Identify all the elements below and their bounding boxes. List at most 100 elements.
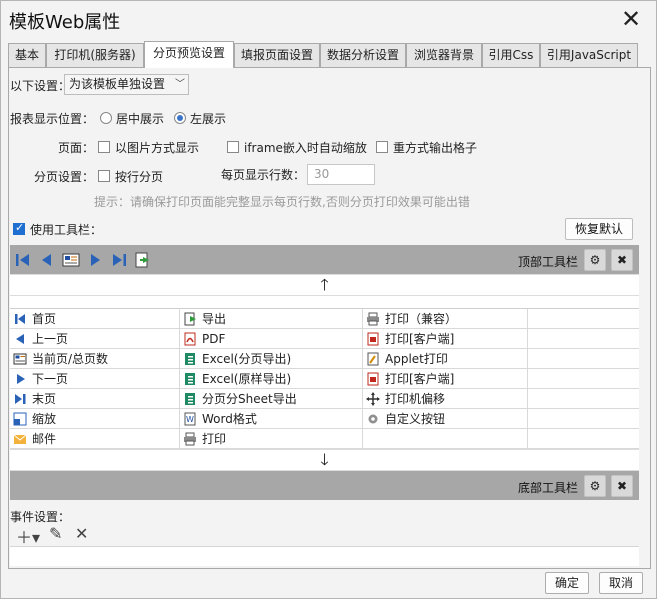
toolbar-button-option[interactable]: PDF — [180, 329, 363, 349]
toolbar-button-option-label: 打印[客户端] — [385, 372, 455, 386]
move-icon — [366, 392, 380, 406]
restore-default-button[interactable]: 恢复默认 — [565, 218, 633, 240]
grid-output-label: 重方式输出格子 — [393, 141, 478, 155]
toolbar-button-option[interactable]: 打印[客户端] — [363, 329, 528, 349]
next-page-icon[interactable] — [86, 251, 104, 269]
toolbar-button-option-label: Applet打印 — [385, 352, 448, 366]
toolbar-button-option[interactable]: 上一页 — [10, 329, 180, 349]
toolbar-button-option[interactable]: 缩放 — [10, 409, 180, 429]
scope-select[interactable]: 为该模板单独设置 ﹀ — [64, 74, 189, 95]
toolbar-button-option-label: 打印 — [202, 432, 227, 446]
tab-paging-preview[interactable]: 分页预览设置 — [144, 41, 234, 68]
gear-icon[interactable]: ⚙ — [584, 249, 606, 271]
radio-center-label: 居中展示 — [116, 112, 165, 126]
page-label: 页面： — [58, 141, 95, 155]
checkbox-image-display[interactable] — [98, 141, 110, 153]
chevron-down-icon: ﹀ — [175, 79, 185, 90]
pagination-label: 分页设置： — [34, 170, 95, 184]
toolbar-button-option[interactable]: 导出 — [180, 309, 363, 329]
add-icon[interactable]: ＋▾ — [16, 524, 40, 548]
toolbar-button-option[interactable]: 打印（兼容） — [363, 309, 528, 329]
toolbar-button-option[interactable]: 邮件 — [10, 429, 180, 449]
image-display-label: 以图片方式显示 — [115, 141, 200, 155]
position-label: 报表显示位置： — [10, 112, 95, 126]
toolbar-button-option[interactable]: Applet打印 — [363, 349, 528, 369]
move-up-arrow-icon[interactable]: 🡑 — [10, 274, 639, 296]
last-page-icon[interactable] — [110, 251, 128, 269]
toolbar-button-option[interactable]: Excel(分页导出) — [180, 349, 363, 369]
clear-icon[interactable]: ✖ — [611, 475, 633, 497]
move-down-arrow-icon[interactable]: 🡓 — [10, 449, 639, 471]
previous-page-icon[interactable] — [38, 251, 56, 269]
cancel-button[interactable]: 取消 — [599, 572, 643, 594]
scope-select-value: 为该模板单独设置 — [69, 77, 166, 91]
settings-panel: 以下设置： 为该模板单独设置 ﹀ 报表显示位置： 居中展示 左展示 页面： 以图… — [8, 67, 651, 569]
pdf-icon — [183, 332, 197, 346]
toolbar-button-option-label: 打印（兼容） — [385, 312, 458, 326]
delete-icon[interactable]: ✕ — [75, 524, 88, 543]
toolbar-button-option-label: Excel(分页导出) — [202, 352, 292, 366]
events-label: 事件设置： — [10, 510, 71, 524]
tab-data-analysis[interactable]: 数据分析设置 — [320, 43, 406, 67]
tab-basic[interactable]: 基本 — [8, 43, 46, 67]
empty-cell — [528, 409, 639, 429]
rows-per-page-input[interactable]: 30 — [307, 164, 375, 185]
ok-button[interactable]: 确定 — [545, 572, 589, 594]
paginate-by-row-label: 按行分页 — [115, 170, 164, 184]
first-page-icon[interactable] — [14, 251, 32, 269]
iframe-zoom-label: iframe嵌入时自动缩放 — [244, 141, 367, 155]
available-buttons-grid: 首页 导出 打印（兼容） 上一页 PDF 打印[客户端] 当前页/总页数 Excel(分页导出… — [10, 308, 639, 449]
excel-icon — [183, 372, 197, 386]
last-page-icon — [13, 392, 27, 406]
toolbar-button-option-label: 首页 — [32, 312, 57, 326]
toolbar-button-option-label: 下一页 — [32, 372, 69, 386]
empty-cell — [528, 329, 639, 349]
page-counter-icon[interactable] — [62, 251, 80, 269]
mail-icon — [13, 432, 27, 446]
checkbox-use-toolbar[interactable] — [13, 221, 25, 235]
toolbar-button-option-label: 打印[客户端] — [385, 332, 455, 346]
toolbar-button-option[interactable]: 打印 — [180, 429, 363, 449]
checkbox-iframe-zoom[interactable] — [227, 141, 239, 153]
toolbar-button-option[interactable]: 打印[客户端] — [363, 369, 528, 389]
tab-css[interactable]: 引用Css — [482, 43, 540, 67]
word-icon: W — [183, 412, 197, 426]
clear-icon[interactable]: ✖ — [611, 249, 633, 271]
export-icon[interactable] — [134, 251, 152, 269]
grid-spacer — [10, 296, 639, 308]
tab-fill-page[interactable]: 填报页面设置 — [234, 43, 320, 67]
toolbar-button-option[interactable]: 分页分Sheet导出 — [180, 389, 363, 409]
empty-cell — [528, 429, 639, 449]
pdf-print-icon — [366, 332, 380, 346]
empty-cell — [528, 309, 639, 329]
close-icon[interactable]: ✕ — [618, 7, 644, 33]
tab-printer-server[interactable]: 打印机(服务器) — [46, 43, 144, 67]
toolbar-button-option[interactable]: 当前页/总页数 — [10, 349, 180, 369]
toolbar-button-option[interactable]: Excel(原样导出) — [180, 369, 363, 389]
edit-icon[interactable]: ✎ — [49, 524, 62, 543]
toolbar-button-option[interactable]: 首页 — [10, 309, 180, 329]
checkbox-paginate-by-row[interactable] — [98, 170, 110, 182]
toolbar-button-option[interactable]: 打印机偏移 — [363, 389, 528, 409]
print-icon — [183, 432, 197, 446]
toolbar-button-option-label: Excel(原样导出) — [202, 372, 292, 386]
tab-browser-background[interactable]: 浏览器背景 — [406, 43, 482, 67]
toolbar-button-option[interactable]: 末页 — [10, 389, 180, 409]
toolbar-button-option-label: 邮件 — [32, 432, 57, 446]
toolbar-button-option-label: 分页分Sheet导出 — [202, 392, 297, 406]
toolbar-button-option[interactable]: 下一页 — [10, 369, 180, 389]
next-page-icon — [13, 372, 27, 386]
window-title: 模板Web属性 — [9, 12, 121, 33]
radio-left[interactable] — [174, 112, 186, 124]
empty-cell — [528, 369, 639, 389]
use-toolbar-label: 使用工具栏： — [30, 223, 103, 237]
radio-center[interactable] — [100, 112, 112, 124]
checkbox-grid-output[interactable] — [376, 141, 388, 153]
gear-icon — [366, 412, 380, 426]
svg-text:W: W — [186, 415, 194, 424]
tab-javascript[interactable]: 引用JavaScript — [540, 43, 638, 67]
toolbar-button-option — [363, 429, 528, 449]
toolbar-button-option[interactable]: W Word格式 — [180, 409, 363, 429]
toolbar-button-option[interactable]: 自定义按钮 — [363, 409, 528, 429]
gear-icon[interactable]: ⚙ — [584, 475, 606, 497]
